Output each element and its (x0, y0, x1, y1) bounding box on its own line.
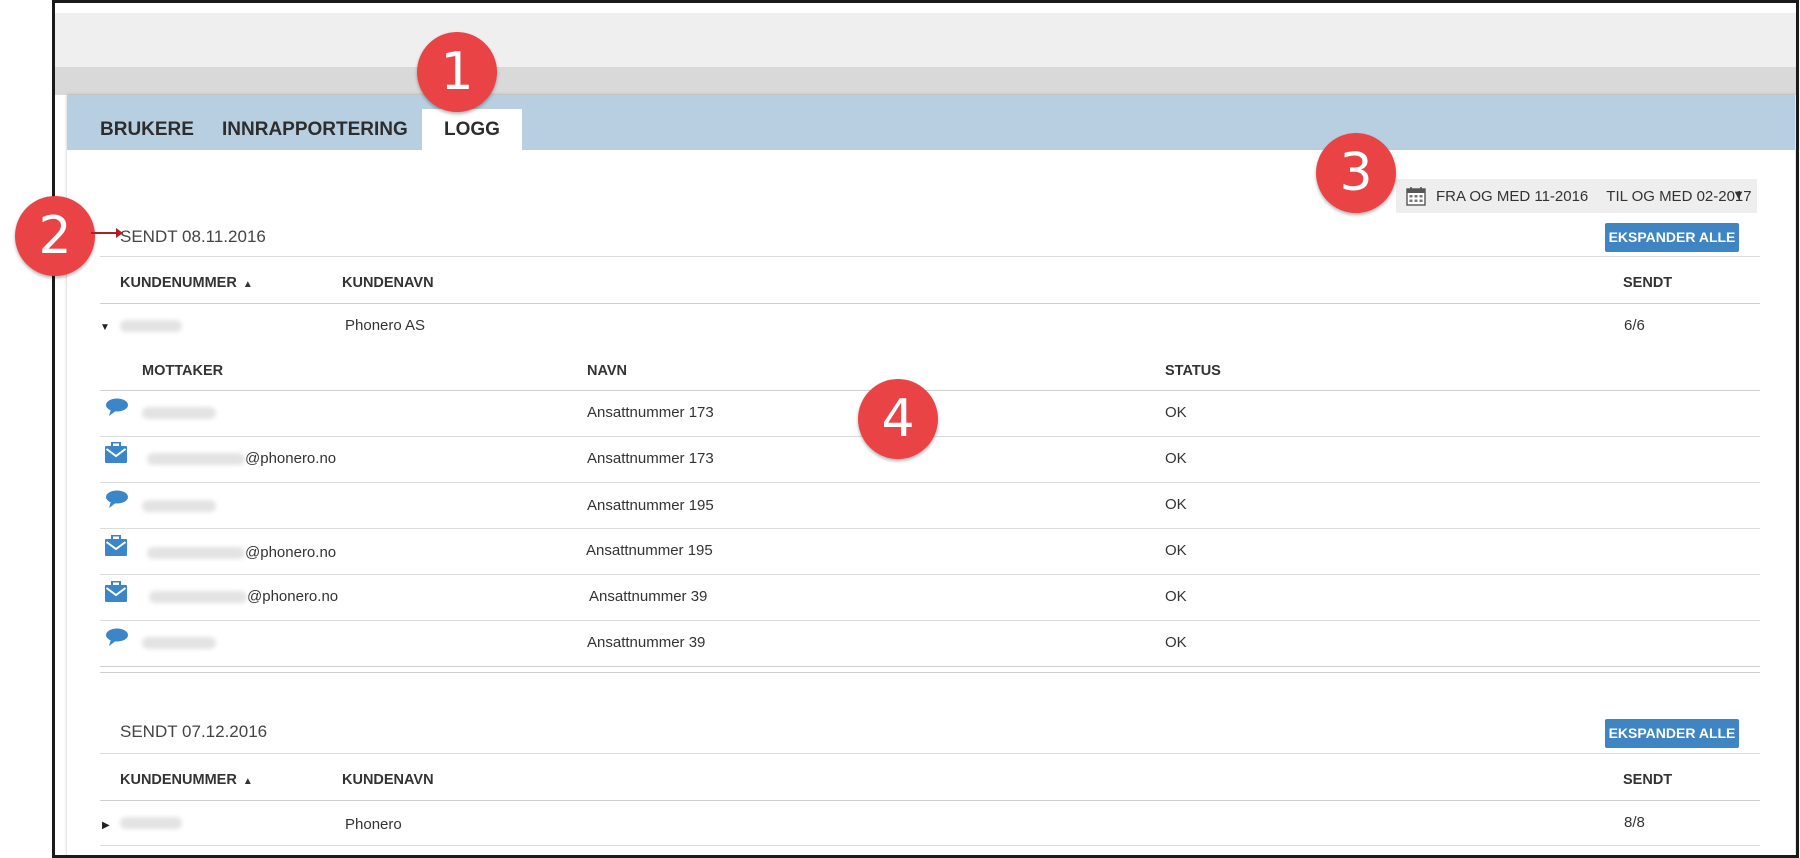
row-name: Ansattnummer 173 (587, 404, 714, 421)
callout-badge: 2 (15, 196, 95, 276)
calendar-icon (1406, 187, 1426, 206)
expand-toggle-icon[interactable]: ▶ (102, 820, 110, 831)
column-header-sendt[interactable]: SENDT (1623, 275, 1672, 291)
column-header-kundenavn[interactable]: KUNDENAVN (342, 275, 434, 291)
row-name: Ansattnummer 173 (587, 450, 714, 467)
group-title: SENDT 08.11.2016 (120, 227, 266, 246)
divider (100, 672, 1760, 673)
row-status: OK (1165, 588, 1187, 605)
divider (100, 800, 1760, 801)
callout-badge: 3 (1316, 133, 1396, 213)
row-status: OK (1165, 542, 1187, 559)
customer-sent: 8/8 (1624, 814, 1645, 831)
column-header-sendt[interactable]: SENDT (1623, 772, 1672, 788)
column-header-kundenummer[interactable]: KUNDENUMMER ▲ (120, 772, 253, 788)
row-name: Ansattnummer 39 (589, 588, 708, 605)
callout-arrow (91, 228, 123, 238)
recipient: @phonero.no (149, 588, 338, 605)
divider (100, 482, 1760, 483)
row-name: Ansattnummer 195 (586, 542, 713, 559)
collapse-toggle-icon[interactable]: ▼ (100, 322, 110, 333)
date-range-filter[interactable]: FRA OG MED 11-2016 TIL OG MED 02-2017 ▼ (1396, 179, 1757, 213)
row-status: OK (1165, 634, 1187, 651)
column-header-status: STATUS (1165, 363, 1221, 379)
customer-name: Phonero AS (345, 317, 426, 334)
divider (100, 303, 1760, 304)
top-bar (55, 13, 1796, 67)
row-status: OK (1165, 496, 1187, 513)
tab-bar: BRUKERE INNRAPPORTERING LOGG (67, 95, 1795, 150)
sort-up-icon: ▲ (242, 776, 253, 787)
customer-sent: 6/6 (1624, 317, 1645, 334)
caret-down-icon[interactable]: ▼ (1732, 187, 1745, 202)
divider (100, 256, 1760, 257)
customer-number-blurred (120, 814, 182, 831)
date-from: FRA OG MED 11-2016 (1436, 187, 1589, 205)
speech-bubble-icon (106, 398, 128, 416)
recipient: @phonero.no (147, 544, 336, 561)
column-header-kundenavn[interactable]: KUNDENAVN (342, 772, 434, 788)
customer-number-blurred (120, 317, 182, 334)
speech-bubble-icon (106, 628, 128, 646)
main-panel: BRUKERE INNRAPPORTERING LOGG FRA OG MED … (67, 95, 1795, 855)
column-header-navn: NAVN (587, 363, 628, 379)
divider (100, 666, 1760, 667)
tab-brukere[interactable]: BRUKERE (78, 109, 216, 150)
row-name: Ansattnummer 195 (587, 497, 714, 514)
divider (100, 390, 1760, 391)
divider (100, 753, 1760, 754)
tab-innrapportering[interactable]: INNRAPPORTERING (200, 109, 430, 150)
recipient: @phonero.no (147, 450, 336, 467)
mail-briefcase-icon (105, 581, 127, 602)
speech-bubble-icon (106, 490, 128, 508)
customer-name: Phonero (345, 816, 402, 833)
top-bar-shadow (55, 67, 1796, 95)
callout-badge: 1 (417, 32, 497, 112)
expand-all-button[interactable]: EKSPANDER ALLE (1605, 719, 1739, 748)
group-title: SENDT 07.12.2016 (120, 722, 268, 741)
column-header-mottaker: MOTTAKER (142, 363, 224, 379)
column-header-kundenummer[interactable]: KUNDENUMMER ▲ (120, 275, 253, 291)
mail-briefcase-icon (105, 535, 127, 556)
mail-briefcase-icon (105, 442, 127, 463)
expand-all-button[interactable]: EKSPANDER ALLE (1605, 223, 1739, 252)
row-status: OK (1165, 450, 1187, 467)
recipient (142, 497, 216, 514)
callout-badge: 4 (858, 379, 938, 459)
date-to: TIL OG MED 02-2017 (1606, 187, 1752, 205)
tab-logg[interactable]: LOGG (422, 109, 522, 150)
recipient (142, 634, 216, 651)
divider (100, 620, 1760, 621)
divider (100, 845, 1760, 846)
recipient (142, 404, 216, 421)
row-status: OK (1165, 404, 1187, 421)
divider (100, 574, 1760, 575)
sort-up-icon: ▲ (242, 279, 253, 290)
divider (100, 528, 1760, 529)
row-name: Ansattnummer 39 (587, 634, 706, 651)
